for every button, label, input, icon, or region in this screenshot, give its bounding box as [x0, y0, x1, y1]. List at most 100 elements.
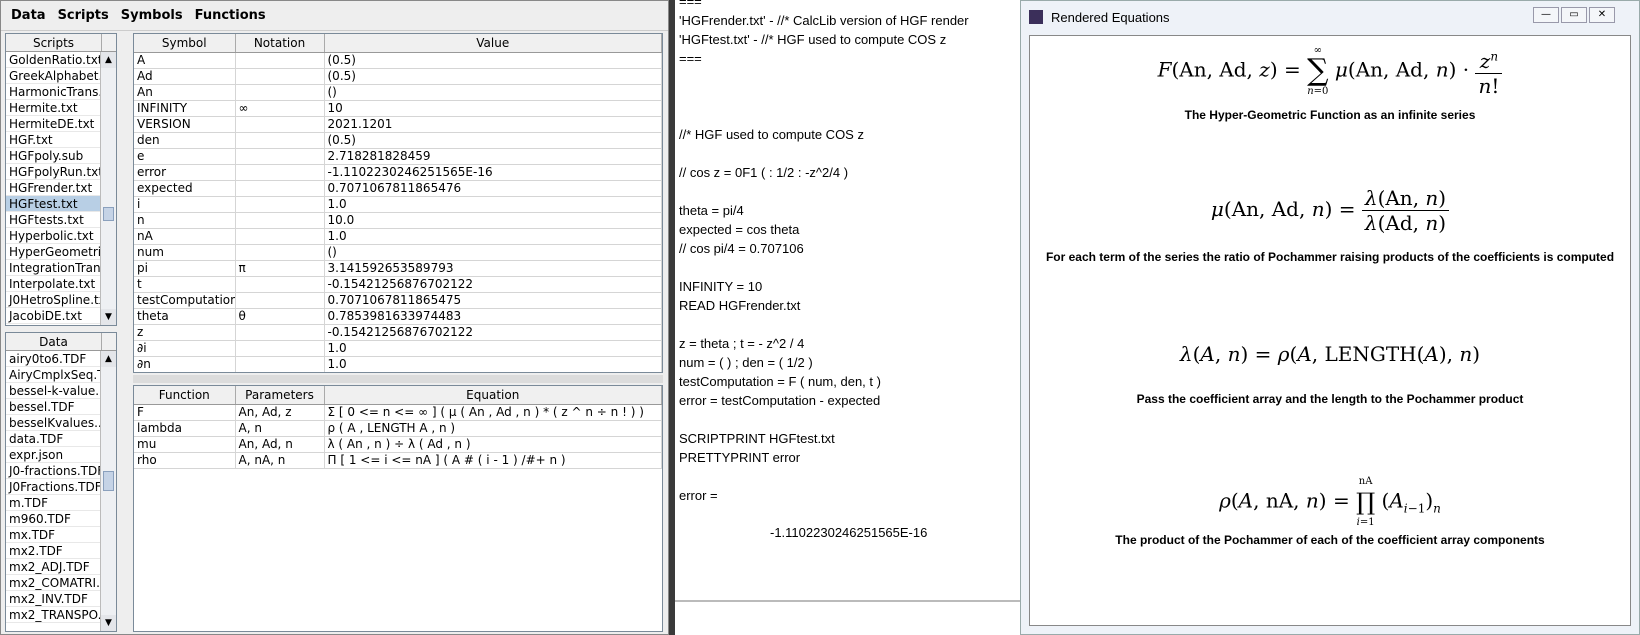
symbol-row-cell[interactable]	[235, 52, 325, 69]
symbol-row[interactable]: error -1.1102230246251565E-16	[134, 164, 662, 181]
symbol-row[interactable]: An ()	[134, 84, 662, 101]
scroll-down-icon[interactable]: ▼	[101, 615, 116, 631]
symbol-row-cell[interactable]: 0.7071067811865475	[324, 292, 662, 309]
col-equation[interactable]: Equation	[324, 386, 662, 405]
function-row-cell[interactable]: A, nA, n	[235, 452, 325, 469]
function-row-cell[interactable]: Σ [ 0 <= n <= ∞ ] ( μ ( An , Ad , n ) * …	[324, 404, 662, 421]
symbol-row[interactable]: A (0.5)	[134, 52, 662, 69]
symbol-row-cell[interactable]: testComputation	[134, 292, 236, 309]
symbol-row-cell[interactable]	[235, 84, 325, 101]
data-list-item[interactable]: mx2_INV.TDF	[6, 591, 102, 607]
function-row-cell[interactable]: ρ ( A , LENGTH A , n )	[324, 420, 662, 437]
script-list-item[interactable]: GreekAlphabet.txt	[6, 68, 102, 84]
symbol-row-cell[interactable]	[235, 116, 325, 133]
function-row-cell[interactable]: mu	[134, 436, 236, 453]
symbol-row-cell[interactable]: (0.5)	[324, 52, 662, 69]
symbol-row-cell[interactable]: (0.5)	[324, 132, 662, 149]
script-list-item[interactable]: Hyperbolic.txt	[6, 228, 102, 244]
symbol-row-cell[interactable]: ()	[324, 84, 662, 101]
menu-scripts[interactable]: Scripts	[52, 8, 115, 23]
symbol-row-cell[interactable]: 3.141592653589793	[324, 260, 662, 277]
symbol-row-cell[interactable]	[235, 228, 325, 245]
symbol-row-cell[interactable]: nA	[134, 228, 236, 245]
menu-functions[interactable]: Functions	[189, 8, 272, 23]
symbol-row-cell[interactable]: 1.0	[324, 228, 662, 245]
script-list-item[interactable]: JacobiDE.txt	[6, 308, 102, 324]
function-row-cell[interactable]: λ ( An , n ) ÷ λ ( Ad , n )	[324, 436, 662, 453]
data-list-item[interactable]: m960.TDF	[6, 511, 102, 527]
symbol-row-cell[interactable]	[235, 180, 325, 197]
symbol-row-cell[interactable]: pi	[134, 260, 236, 277]
script-list-item[interactable]: IntegrationTran...	[6, 260, 102, 276]
script-list-item[interactable]: HGFtests.txt	[6, 212, 102, 228]
scroll-thumb[interactable]	[103, 471, 114, 491]
symbol-row-cell[interactable]	[235, 244, 325, 261]
symbol-row-cell[interactable]: 2.718281828459	[324, 148, 662, 165]
col-notation[interactable]: Notation	[235, 34, 325, 53]
data-list-item[interactable]: mx2_COMATRI...	[6, 575, 102, 591]
script-list-item[interactable]: GoldenRatio.txt	[6, 52, 102, 68]
symbol-row-cell[interactable]: 10.0	[324, 212, 662, 229]
symbol-row[interactable]: den (0.5)	[134, 132, 662, 149]
function-row[interactable]: rho A, nA, nΠ [ 1 <= i <= nA ] ( A # ( i …	[134, 452, 662, 469]
script-list-item[interactable]: HGFtest.txt	[6, 196, 102, 212]
script-list-item[interactable]: HGFrender.txt	[6, 180, 102, 196]
data-list-item[interactable]: AiryCmplxSeq.T...	[6, 367, 102, 383]
symbol-row-cell[interactable]: A	[134, 52, 236, 69]
data-scrollbar[interactable]: ▲ ▼	[100, 351, 116, 631]
minimize-icon[interactable]: —	[1533, 7, 1559, 23]
script-list-item[interactable]: Interpolate.txt	[6, 276, 102, 292]
symbol-row-cell[interactable]: expected	[134, 180, 236, 197]
symbol-row-cell[interactable]: den	[134, 132, 236, 149]
symbol-row[interactable]: expected 0.7071067811865476	[134, 180, 662, 197]
data-list-item[interactable]: mx2.TDF	[6, 543, 102, 559]
script-list-item[interactable]: J0HetroSpline.txt	[6, 292, 102, 308]
menu-symbols[interactable]: Symbols	[115, 8, 189, 23]
script-list-item[interactable]: HGFpolyRun.txt	[6, 164, 102, 180]
script-list-item[interactable]: HyperGeometri...	[6, 244, 102, 260]
symbol-row[interactable]: Ad (0.5)	[134, 68, 662, 85]
symbol-row-cell[interactable]: 0.7853981633974483	[324, 308, 662, 325]
function-row[interactable]: lambda A, nρ ( A , LENGTH A , n )	[134, 420, 662, 437]
scroll-up-icon[interactable]: ▲	[101, 52, 116, 68]
symbol-row[interactable]: VERSION 2021.1201	[134, 116, 662, 133]
scripts-scrollbar[interactable]: ▲ ▼	[100, 52, 116, 325]
symbol-row-cell[interactable]: ∂i	[134, 340, 236, 357]
symbol-row-cell[interactable]: An	[134, 84, 236, 101]
symbol-row-cell[interactable]: Ad	[134, 68, 236, 85]
symbol-row-cell[interactable]: error	[134, 164, 236, 181]
data-list-item[interactable]: mx.TDF	[6, 527, 102, 543]
symbol-row-cell[interactable]: theta	[134, 308, 236, 325]
symbol-row[interactable]: i 1.0	[134, 196, 662, 213]
symbol-row-cell[interactable]: VERSION	[134, 116, 236, 133]
function-row-cell[interactable]: An, Ad, z	[235, 404, 325, 421]
symbol-row-cell[interactable]	[235, 276, 325, 293]
data-list-item[interactable]: data.TDF	[6, 431, 102, 447]
symbol-row-cell[interactable]	[235, 324, 325, 341]
script-list-item[interactable]: HGF.txt	[6, 132, 102, 148]
symbol-row[interactable]: testComputation 0.7071067811865475	[134, 292, 662, 309]
symbol-row-cell[interactable]: z	[134, 324, 236, 341]
function-row-cell[interactable]: F	[134, 404, 236, 421]
script-list-item[interactable]: HarmonicTrans...	[6, 84, 102, 100]
symbol-row-cell[interactable]	[235, 292, 325, 309]
symbol-row-cell[interactable]: e	[134, 148, 236, 165]
function-row-cell[interactable]: rho	[134, 452, 236, 469]
symbol-row-cell[interactable]	[235, 148, 325, 165]
symbol-row[interactable]: nA 1.0	[134, 228, 662, 245]
function-row-cell[interactable]: A, n	[235, 420, 325, 437]
data-list-item[interactable]: J0Fractions.TDF	[6, 479, 102, 495]
symbol-row-cell[interactable]	[235, 132, 325, 149]
script-list-item[interactable]: Hermite.txt	[6, 100, 102, 116]
data-list-item[interactable]: J0-fractions.TDF	[6, 463, 102, 479]
data-list-item[interactable]: m.TDF	[6, 495, 102, 511]
data-list-item[interactable]: expr.json	[6, 447, 102, 463]
symbol-row-cell[interactable]	[235, 212, 325, 229]
symbol-row[interactable]: n 10.0	[134, 212, 662, 229]
script-list-item[interactable]: HGFpoly.sub	[6, 148, 102, 164]
symbol-row[interactable]: ∂i 1.0	[134, 340, 662, 357]
symbol-row-cell[interactable]: i	[134, 196, 236, 213]
scroll-thumb[interactable]	[103, 207, 114, 221]
symbol-row[interactable]: z -0.15421256876702122	[134, 324, 662, 341]
scroll-up-icon[interactable]: ▲	[101, 351, 116, 367]
